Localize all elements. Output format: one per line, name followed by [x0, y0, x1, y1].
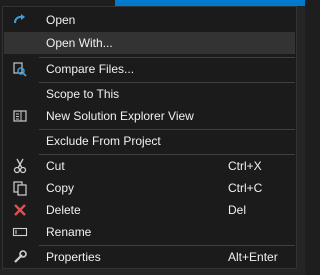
menu-item-delete[interactable]: Delete Del: [4, 199, 295, 221]
wrench-icon: [12, 249, 28, 265]
menu-item-label: Open: [46, 13, 76, 27]
menu-item-shortcut: Ctrl+C: [228, 181, 263, 195]
new-view-icon: [12, 108, 28, 124]
scissors-icon: [12, 158, 28, 174]
menu-item-label: Scope to This: [46, 87, 120, 101]
compare-files-icon: [12, 61, 28, 77]
menu-item-label: Properties: [46, 250, 101, 264]
menu-item-label: Cut: [46, 159, 65, 173]
menu-item-label: Delete: [46, 203, 81, 217]
open-arrow-icon: [12, 12, 28, 28]
menu-item-label: Exclude From Project: [46, 134, 161, 148]
menu-item-open-with[interactable]: Open With...: [4, 32, 295, 54]
menu-item-label: Compare Files...: [46, 62, 135, 76]
menu-item-label: Rename: [46, 225, 92, 239]
menu-item-rename[interactable]: Rename: [4, 221, 295, 243]
background-statusbar: [0, 269, 305, 275]
menu-item-shortcut: Del: [228, 203, 247, 217]
menu-item-cut[interactable]: Cut Ctrl+X: [4, 155, 295, 177]
menu-item-shortcut: Alt+Enter: [228, 250, 278, 264]
menu-item-exclude-from-project[interactable]: Exclude From Project: [4, 130, 295, 152]
menu-item-label: New Solution Explorer View: [46, 109, 194, 123]
copy-icon: [12, 180, 28, 196]
delete-x-icon: [12, 202, 28, 218]
menu-item-shortcut: Ctrl+X: [228, 159, 262, 173]
menu-item-label: Open With...: [46, 36, 113, 50]
menu-item-properties[interactable]: Properties Alt+Enter: [4, 246, 295, 268]
menu-item-copy[interactable]: Copy Ctrl+C: [4, 177, 295, 199]
context-menu: Open Open With... Compare Files... Scope…: [2, 6, 297, 269]
rename-icon: [12, 224, 28, 240]
menu-item-label: Copy: [46, 181, 75, 195]
menu-item-scope-to-this[interactable]: Scope to This: [4, 83, 295, 105]
menu-item-open[interactable]: Open: [4, 9, 295, 31]
menu-item-new-solution-explorer-view[interactable]: New Solution Explorer View: [4, 105, 295, 127]
menu-item-compare-files[interactable]: Compare Files...: [4, 58, 295, 80]
